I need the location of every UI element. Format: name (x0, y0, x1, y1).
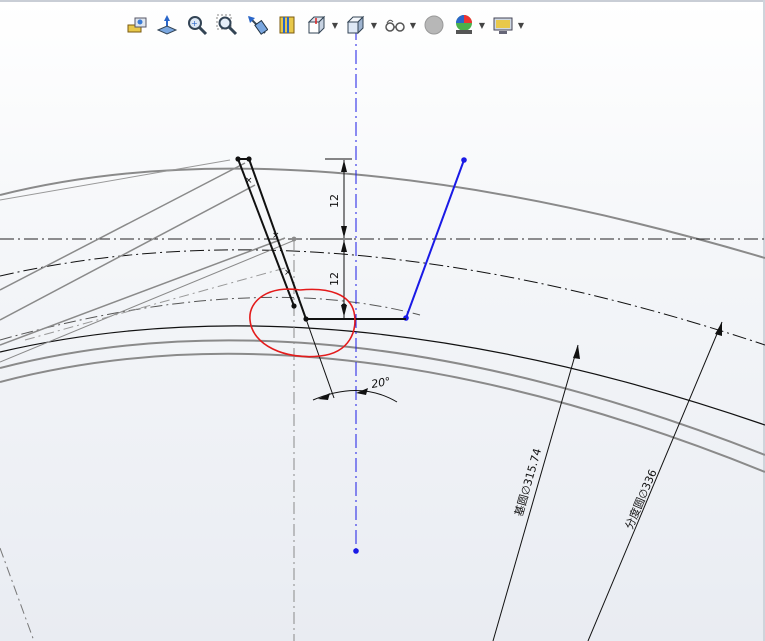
svg-text:+: + (191, 19, 198, 28)
base-circle-diameter-label[interactable]: 基圆∅315.74 (512, 447, 544, 518)
tooth-line-6 (0, 159, 231, 201)
zoom-to-fit-button[interactable] (124, 12, 150, 38)
edit-appearance-button[interactable] (421, 12, 447, 38)
section-view-icon (279, 16, 295, 34)
display-style-dropdown[interactable]: ▼ (370, 12, 378, 38)
angle-dimension-value[interactable]: 20° (370, 375, 391, 391)
sketch-canvas[interactable]: × × × 12 12 20° 基圆∅315.74 分度圆∅336 (0, 0, 765, 641)
hide-show-items-icon (385, 19, 405, 32)
lower-left-centerline (0, 547, 35, 641)
dim-arrow-lower-top (341, 240, 347, 252)
view-orientation-icon (307, 15, 326, 35)
view-orientation-button[interactable] (304, 12, 330, 38)
pitch-circle-diameter-label[interactable]: 分度圆∅336 (622, 467, 660, 531)
dim-arrow-lower-bottom (341, 305, 347, 317)
dim-arrow-upper-top (341, 160, 347, 172)
sketch-point-6 (291, 236, 297, 242)
base-circle-arrow (573, 345, 580, 359)
hide-show-items-button[interactable] (382, 12, 408, 38)
zoom-to-fit-icon (127, 17, 147, 33)
pitch-circle-arc (0, 249, 765, 346)
intersection-mark-3: × (284, 268, 292, 278)
angle-arrow-right (356, 388, 368, 395)
apply-scene-button[interactable] (451, 12, 477, 38)
hide-show-items-dropdown[interactable]: ▼ (409, 12, 417, 38)
blue-slanted-endpoint-top[interactable] (461, 157, 467, 163)
apply-scene-dropdown[interactable]: ▼ (478, 12, 486, 38)
base-circle-leader[interactable] (492, 344, 579, 641)
angle-arrow-left (318, 393, 330, 400)
addendum-arc (0, 167, 765, 259)
normal-to-icon (156, 15, 178, 35)
sketch-point-2[interactable] (246, 156, 252, 162)
heads-up-view-toolbar: + ▼ ▼ ▼ ▼ ▼ (124, 8, 525, 42)
section-view-button[interactable] (274, 12, 300, 38)
view-settings-button[interactable] (490, 12, 516, 38)
sketch-point-3[interactable] (291, 303, 297, 309)
previous-view-icon (248, 16, 268, 35)
dim-arrow-upper-bottom (341, 226, 347, 238)
intersection-mark-1: × (245, 176, 253, 186)
zoom-to-area-icon: + (188, 16, 208, 36)
dimension-upper-value[interactable]: 12 (328, 194, 341, 208)
view-orientation-dropdown[interactable]: ▼ (331, 12, 339, 38)
display-style-icon (346, 15, 365, 35)
intersection-mark-2: × (272, 231, 280, 241)
sketch-point-4[interactable] (303, 316, 309, 322)
view-settings-dropdown[interactable]: ▼ (517, 12, 525, 38)
dimension-lower-value[interactable]: 12 (328, 272, 341, 286)
blue-endpoint-bottom[interactable] (353, 548, 359, 554)
sketch-point-1[interactable] (235, 156, 241, 162)
view-settings-icon (493, 17, 513, 34)
edit-appearance-icon (424, 15, 444, 35)
apply-scene-icon (456, 15, 472, 34)
zoom-in-out-button[interactable] (214, 12, 240, 38)
previous-view-button[interactable] (244, 12, 270, 38)
display-style-button[interactable] (343, 12, 369, 38)
zoom-in-out-icon (216, 14, 238, 36)
dedendum-arc-1 (0, 339, 765, 456)
graphics-area[interactable]: × × × 12 12 20° 基圆∅315.74 分度圆∅336 + ▼ ▼ … (0, 0, 765, 641)
zoom-to-area-button[interactable]: + (184, 12, 210, 38)
tooth-line-1 (0, 162, 246, 291)
normal-to-button[interactable] (154, 12, 180, 38)
